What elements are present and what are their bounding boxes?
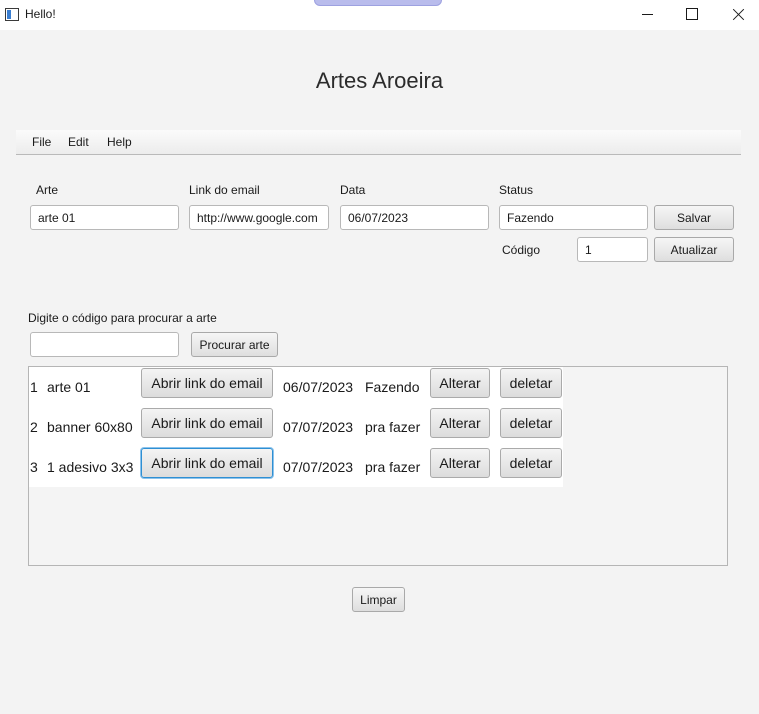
search-label: Digite o código para procurar a arte	[28, 311, 217, 325]
delete-button[interactable]: deletar	[500, 368, 562, 398]
window-title: Hello!	[25, 7, 56, 21]
link-input[interactable]	[189, 205, 329, 230]
codigo-input[interactable]	[577, 237, 648, 262]
menu-edit[interactable]: Edit	[68, 135, 89, 149]
list-item[interactable]: 3 1 adesivo 3x3 Abrir link do email 07/0…	[29, 447, 563, 487]
search-input[interactable]	[30, 332, 179, 357]
minimize-icon[interactable]	[624, 0, 670, 30]
title-bar: Hello!	[0, 0, 759, 30]
app-icon	[5, 8, 19, 21]
list-item[interactable]: 2 banner 60x80 Abrir link do email 07/07…	[29, 407, 563, 447]
menu-bar: File Edit Help	[16, 130, 741, 155]
link-label: Link do email	[189, 183, 260, 197]
window-accent-tab	[314, 0, 442, 6]
update-button[interactable]: Atualizar	[654, 237, 734, 262]
codigo-label: Código	[502, 243, 541, 257]
close-icon[interactable]	[714, 0, 759, 30]
item-name: banner 60x80	[47, 419, 133, 435]
data-input[interactable]	[340, 205, 489, 230]
delete-button[interactable]: deletar	[500, 448, 562, 478]
status-input[interactable]	[499, 205, 648, 230]
maximize-icon[interactable]	[669, 0, 715, 30]
item-status: pra fazer	[365, 459, 421, 475]
item-name: 1 adesivo 3x3	[47, 459, 134, 475]
item-status: pra fazer	[365, 419, 421, 435]
edit-button[interactable]: Alterar	[430, 408, 490, 438]
arte-label: Arte	[36, 183, 59, 197]
clear-button[interactable]: Limpar	[352, 587, 405, 612]
open-email-link-button[interactable]: Abrir link do email	[141, 448, 273, 478]
arte-input[interactable]	[30, 205, 179, 230]
page-title: Artes Aroeira	[315, 68, 444, 93]
edit-button[interactable]: Alterar	[430, 368, 490, 398]
menu-help[interactable]: Help	[107, 135, 132, 149]
item-date: 07/07/2023	[283, 459, 354, 475]
item-name: arte 01	[47, 379, 91, 395]
item-id: 1	[30, 379, 38, 395]
artes-list[interactable]: 1 arte 01 Abrir link do email 06/07/2023…	[28, 366, 728, 566]
delete-button[interactable]: deletar	[500, 408, 562, 438]
open-email-link-button[interactable]: Abrir link do email	[141, 408, 273, 438]
edit-button[interactable]: Alterar	[430, 448, 490, 478]
menu-file[interactable]: File	[32, 135, 51, 149]
item-id: 2	[30, 419, 38, 435]
search-button[interactable]: Procurar arte	[191, 332, 278, 357]
status-label: Status	[499, 183, 534, 197]
item-status: Fazendo	[365, 379, 420, 395]
open-email-link-button[interactable]: Abrir link do email	[141, 368, 273, 398]
item-date: 07/07/2023	[283, 419, 354, 435]
list-item[interactable]: 1 arte 01 Abrir link do email 06/07/2023…	[29, 367, 563, 407]
save-button[interactable]: Salvar	[654, 205, 734, 230]
item-date: 06/07/2023	[283, 379, 354, 395]
data-label: Data	[340, 183, 366, 197]
item-id: 3	[30, 459, 38, 475]
